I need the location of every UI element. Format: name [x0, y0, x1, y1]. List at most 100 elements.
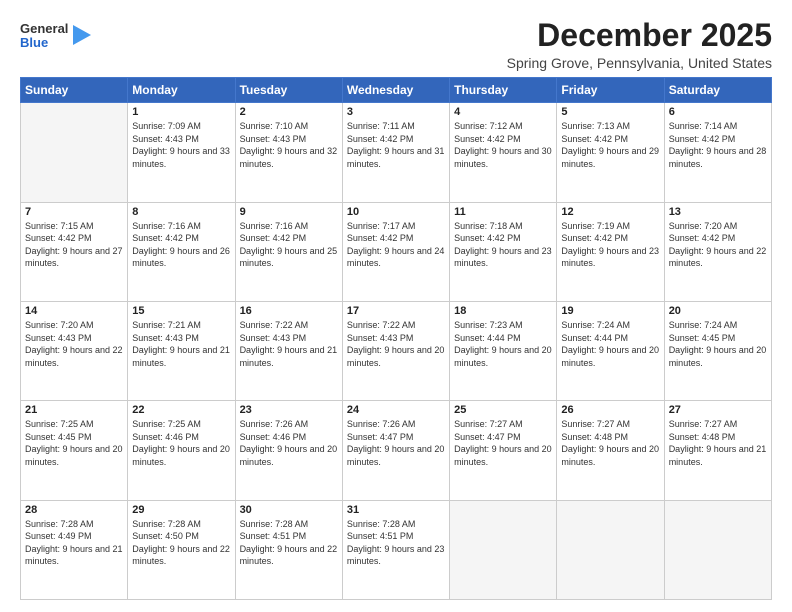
day-number: 16: [240, 305, 338, 317]
day-info: Sunrise: 7:14 AMSunset: 4:42 PMDaylight:…: [669, 120, 767, 170]
day-info: Sunrise: 7:16 AMSunset: 4:42 PMDaylight:…: [240, 220, 338, 270]
day-number: 15: [132, 305, 230, 317]
day-number: 7: [25, 206, 123, 218]
calendar-cell: 17 Sunrise: 7:22 AMSunset: 4:43 PMDaylig…: [342, 301, 449, 400]
day-of-week-header: Thursday: [450, 78, 557, 103]
calendar-cell: 4 Sunrise: 7:12 AMSunset: 4:42 PMDayligh…: [450, 103, 557, 202]
logo: General Blue: [20, 22, 91, 51]
calendar-cell: 10 Sunrise: 7:17 AMSunset: 4:42 PMDaylig…: [342, 202, 449, 301]
day-info: Sunrise: 7:27 AMSunset: 4:48 PMDaylight:…: [669, 418, 767, 468]
calendar-cell: 13 Sunrise: 7:20 AMSunset: 4:42 PMDaylig…: [664, 202, 771, 301]
calendar-cell: 29 Sunrise: 7:28 AMSunset: 4:50 PMDaylig…: [128, 500, 235, 599]
day-info: Sunrise: 7:22 AMSunset: 4:43 PMDaylight:…: [240, 319, 338, 369]
day-info: Sunrise: 7:20 AMSunset: 4:43 PMDaylight:…: [25, 319, 123, 369]
day-number: 1: [132, 106, 230, 118]
day-info: Sunrise: 7:26 AMSunset: 4:47 PMDaylight:…: [347, 418, 445, 468]
calendar-cell: 6 Sunrise: 7:14 AMSunset: 4:42 PMDayligh…: [664, 103, 771, 202]
calendar-week-row: 7 Sunrise: 7:15 AMSunset: 4:42 PMDayligh…: [21, 202, 772, 301]
day-info: Sunrise: 7:28 AMSunset: 4:51 PMDaylight:…: [240, 518, 338, 568]
calendar-cell: 7 Sunrise: 7:15 AMSunset: 4:42 PMDayligh…: [21, 202, 128, 301]
location: Spring Grove, Pennsylvania, United State…: [507, 55, 772, 71]
calendar-cell: 5 Sunrise: 7:13 AMSunset: 4:42 PMDayligh…: [557, 103, 664, 202]
day-of-week-header: Monday: [128, 78, 235, 103]
day-info: Sunrise: 7:23 AMSunset: 4:44 PMDaylight:…: [454, 319, 552, 369]
calendar-cell: 24 Sunrise: 7:26 AMSunset: 4:47 PMDaylig…: [342, 401, 449, 500]
calendar-cell: 31 Sunrise: 7:28 AMSunset: 4:51 PMDaylig…: [342, 500, 449, 599]
day-info: Sunrise: 7:13 AMSunset: 4:42 PMDaylight:…: [561, 120, 659, 170]
day-info: Sunrise: 7:21 AMSunset: 4:43 PMDaylight:…: [132, 319, 230, 369]
calendar-cell: [557, 500, 664, 599]
calendar-week-row: 14 Sunrise: 7:20 AMSunset: 4:43 PMDaylig…: [21, 301, 772, 400]
calendar-cell: 23 Sunrise: 7:26 AMSunset: 4:46 PMDaylig…: [235, 401, 342, 500]
day-number: 4: [454, 106, 552, 118]
day-of-week-header: Saturday: [664, 78, 771, 103]
header: General Blue December 2025 Spring Grove,…: [20, 18, 772, 71]
day-number: 25: [454, 404, 552, 416]
calendar-cell: 21 Sunrise: 7:25 AMSunset: 4:45 PMDaylig…: [21, 401, 128, 500]
logo-text: General Blue: [20, 22, 68, 51]
day-info: Sunrise: 7:22 AMSunset: 4:43 PMDaylight:…: [347, 319, 445, 369]
day-number: 29: [132, 504, 230, 516]
calendar-cell: 20 Sunrise: 7:24 AMSunset: 4:45 PMDaylig…: [664, 301, 771, 400]
day-number: 23: [240, 404, 338, 416]
calendar-table: SundayMondayTuesdayWednesdayThursdayFrid…: [20, 77, 772, 600]
calendar-week-row: 21 Sunrise: 7:25 AMSunset: 4:45 PMDaylig…: [21, 401, 772, 500]
calendar-cell: 1 Sunrise: 7:09 AMSunset: 4:43 PMDayligh…: [128, 103, 235, 202]
calendar-cell: 16 Sunrise: 7:22 AMSunset: 4:43 PMDaylig…: [235, 301, 342, 400]
calendar-week-row: 28 Sunrise: 7:28 AMSunset: 4:49 PMDaylig…: [21, 500, 772, 599]
calendar-cell: 30 Sunrise: 7:28 AMSunset: 4:51 PMDaylig…: [235, 500, 342, 599]
calendar-cell: 22 Sunrise: 7:25 AMSunset: 4:46 PMDaylig…: [128, 401, 235, 500]
day-info: Sunrise: 7:17 AMSunset: 4:42 PMDaylight:…: [347, 220, 445, 270]
logo-general: General: [20, 22, 68, 36]
day-info: Sunrise: 7:18 AMSunset: 4:42 PMDaylight:…: [454, 220, 552, 270]
day-number: 30: [240, 504, 338, 516]
day-number: 10: [347, 206, 445, 218]
calendar-cell: [21, 103, 128, 202]
day-info: Sunrise: 7:10 AMSunset: 4:43 PMDaylight:…: [240, 120, 338, 170]
day-of-week-header: Tuesday: [235, 78, 342, 103]
calendar-cell: 12 Sunrise: 7:19 AMSunset: 4:42 PMDaylig…: [557, 202, 664, 301]
calendar-cell: 9 Sunrise: 7:16 AMSunset: 4:42 PMDayligh…: [235, 202, 342, 301]
calendar-header-row: SundayMondayTuesdayWednesdayThursdayFrid…: [21, 78, 772, 103]
calendar-cell: 25 Sunrise: 7:27 AMSunset: 4:47 PMDaylig…: [450, 401, 557, 500]
calendar-cell: 18 Sunrise: 7:23 AMSunset: 4:44 PMDaylig…: [450, 301, 557, 400]
day-info: Sunrise: 7:25 AMSunset: 4:45 PMDaylight:…: [25, 418, 123, 468]
day-number: 20: [669, 305, 767, 317]
day-info: Sunrise: 7:11 AMSunset: 4:42 PMDaylight:…: [347, 120, 445, 170]
day-of-week-header: Wednesday: [342, 78, 449, 103]
day-of-week-header: Friday: [557, 78, 664, 103]
day-number: 31: [347, 504, 445, 516]
day-number: 19: [561, 305, 659, 317]
logo-blue: Blue: [20, 36, 68, 50]
day-info: Sunrise: 7:15 AMSunset: 4:42 PMDaylight:…: [25, 220, 123, 270]
day-info: Sunrise: 7:24 AMSunset: 4:45 PMDaylight:…: [669, 319, 767, 369]
calendar-cell: 28 Sunrise: 7:28 AMSunset: 4:49 PMDaylig…: [21, 500, 128, 599]
day-info: Sunrise: 7:12 AMSunset: 4:42 PMDaylight:…: [454, 120, 552, 170]
day-info: Sunrise: 7:26 AMSunset: 4:46 PMDaylight:…: [240, 418, 338, 468]
day-number: 14: [25, 305, 123, 317]
day-number: 22: [132, 404, 230, 416]
day-number: 5: [561, 106, 659, 118]
day-info: Sunrise: 7:27 AMSunset: 4:48 PMDaylight:…: [561, 418, 659, 468]
calendar-cell: 15 Sunrise: 7:21 AMSunset: 4:43 PMDaylig…: [128, 301, 235, 400]
calendar-cell: 27 Sunrise: 7:27 AMSunset: 4:48 PMDaylig…: [664, 401, 771, 500]
calendar-cell: 26 Sunrise: 7:27 AMSunset: 4:48 PMDaylig…: [557, 401, 664, 500]
day-number: 6: [669, 106, 767, 118]
day-info: Sunrise: 7:09 AMSunset: 4:43 PMDaylight:…: [132, 120, 230, 170]
day-info: Sunrise: 7:28 AMSunset: 4:49 PMDaylight:…: [25, 518, 123, 568]
calendar-cell: [664, 500, 771, 599]
calendar-cell: 3 Sunrise: 7:11 AMSunset: 4:42 PMDayligh…: [342, 103, 449, 202]
day-number: 27: [669, 404, 767, 416]
page: General Blue December 2025 Spring Grove,…: [0, 0, 792, 612]
day-number: 8: [132, 206, 230, 218]
day-number: 12: [561, 206, 659, 218]
day-number: 28: [25, 504, 123, 516]
day-info: Sunrise: 7:16 AMSunset: 4:42 PMDaylight:…: [132, 220, 230, 270]
day-of-week-header: Sunday: [21, 78, 128, 103]
calendar-cell: 11 Sunrise: 7:18 AMSunset: 4:42 PMDaylig…: [450, 202, 557, 301]
logo-arrow-icon: [73, 25, 91, 45]
day-info: Sunrise: 7:19 AMSunset: 4:42 PMDaylight:…: [561, 220, 659, 270]
title-area: December 2025 Spring Grove, Pennsylvania…: [507, 18, 772, 71]
day-info: Sunrise: 7:27 AMSunset: 4:47 PMDaylight:…: [454, 418, 552, 468]
calendar-cell: 2 Sunrise: 7:10 AMSunset: 4:43 PMDayligh…: [235, 103, 342, 202]
